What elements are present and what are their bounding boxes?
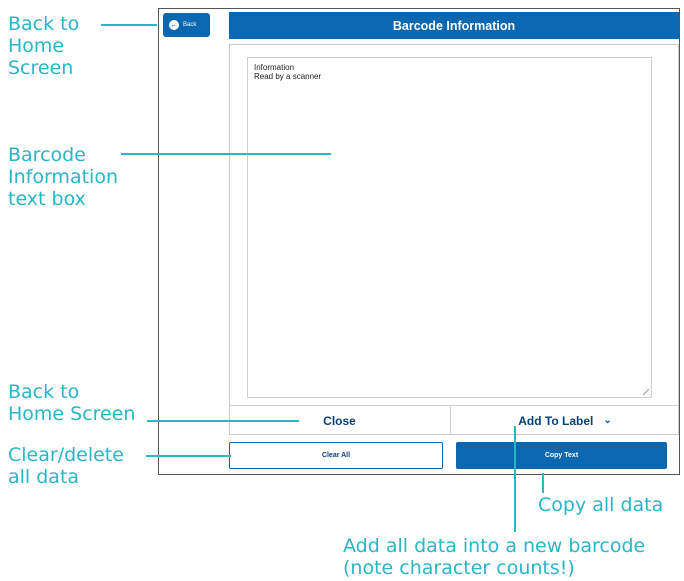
annotation-line: all data bbox=[8, 466, 80, 488]
connector-line bbox=[514, 426, 516, 532]
connector-line bbox=[147, 420, 299, 422]
add-to-label-label: Add To Label bbox=[518, 413, 594, 428]
barcode-info-textbox[interactable]: Information Read by a scanner bbox=[247, 57, 652, 398]
copy-text-label: Copy Text bbox=[544, 452, 579, 459]
connector-line bbox=[542, 473, 544, 493]
annotation-line: text box bbox=[8, 188, 86, 210]
connector-line bbox=[101, 24, 157, 26]
annotation-line: Copy all data bbox=[538, 494, 664, 516]
annotation-line: Back to bbox=[8, 13, 80, 35]
annotation-line: Barcode bbox=[8, 144, 86, 166]
header-bar: Barcode Information bbox=[229, 12, 679, 39]
annotation-copy-all: Copy all data bbox=[538, 494, 663, 516]
annotation-line: Screen bbox=[8, 57, 74, 79]
annotation-line: Clear/delete bbox=[8, 444, 124, 466]
annotation-back-to-home: Back to Home Screen bbox=[8, 13, 79, 79]
annotation-line: (note character counts!) bbox=[343, 557, 575, 579]
annotation-line: Add all data into a new barcode bbox=[343, 535, 646, 557]
textbox-line: Information bbox=[254, 63, 295, 72]
annotation-line: Home Screen bbox=[8, 403, 136, 425]
clear-all-label: Clear All bbox=[321, 452, 351, 459]
annotation-line: Information bbox=[8, 166, 118, 188]
connector-line bbox=[146, 455, 231, 457]
annotation-line: Home bbox=[8, 35, 65, 57]
close-button-label: Close bbox=[323, 413, 356, 428]
page-title: Barcode Information bbox=[392, 18, 516, 33]
textbox-line: Read by a scanner bbox=[254, 72, 322, 81]
annotation-textbox: Barcode Information text box bbox=[8, 144, 118, 210]
annotation-back-to-home-2: Back to Home Screen bbox=[8, 381, 135, 425]
clear-all-button[interactable]: Clear All bbox=[229, 442, 443, 469]
back-button[interactable]: ← Back bbox=[163, 13, 210, 37]
connector-line bbox=[121, 153, 331, 155]
annotation-clear-delete: Clear/delete all data bbox=[8, 444, 124, 488]
chevron-down-icon: ⌄ bbox=[603, 415, 612, 426]
resize-grip-icon[interactable] bbox=[643, 389, 649, 395]
annotation-add-all: Add all data into a new barcode (note ch… bbox=[343, 535, 645, 579]
back-button-label: Back bbox=[183, 22, 197, 28]
copy-text-button[interactable]: Copy Text bbox=[456, 442, 667, 469]
annotation-line: Back to bbox=[8, 381, 80, 403]
arrow-left-circle-icon: ← bbox=[169, 20, 179, 30]
add-to-label-button[interactable]: Add To Label ⌄ bbox=[451, 406, 679, 435]
